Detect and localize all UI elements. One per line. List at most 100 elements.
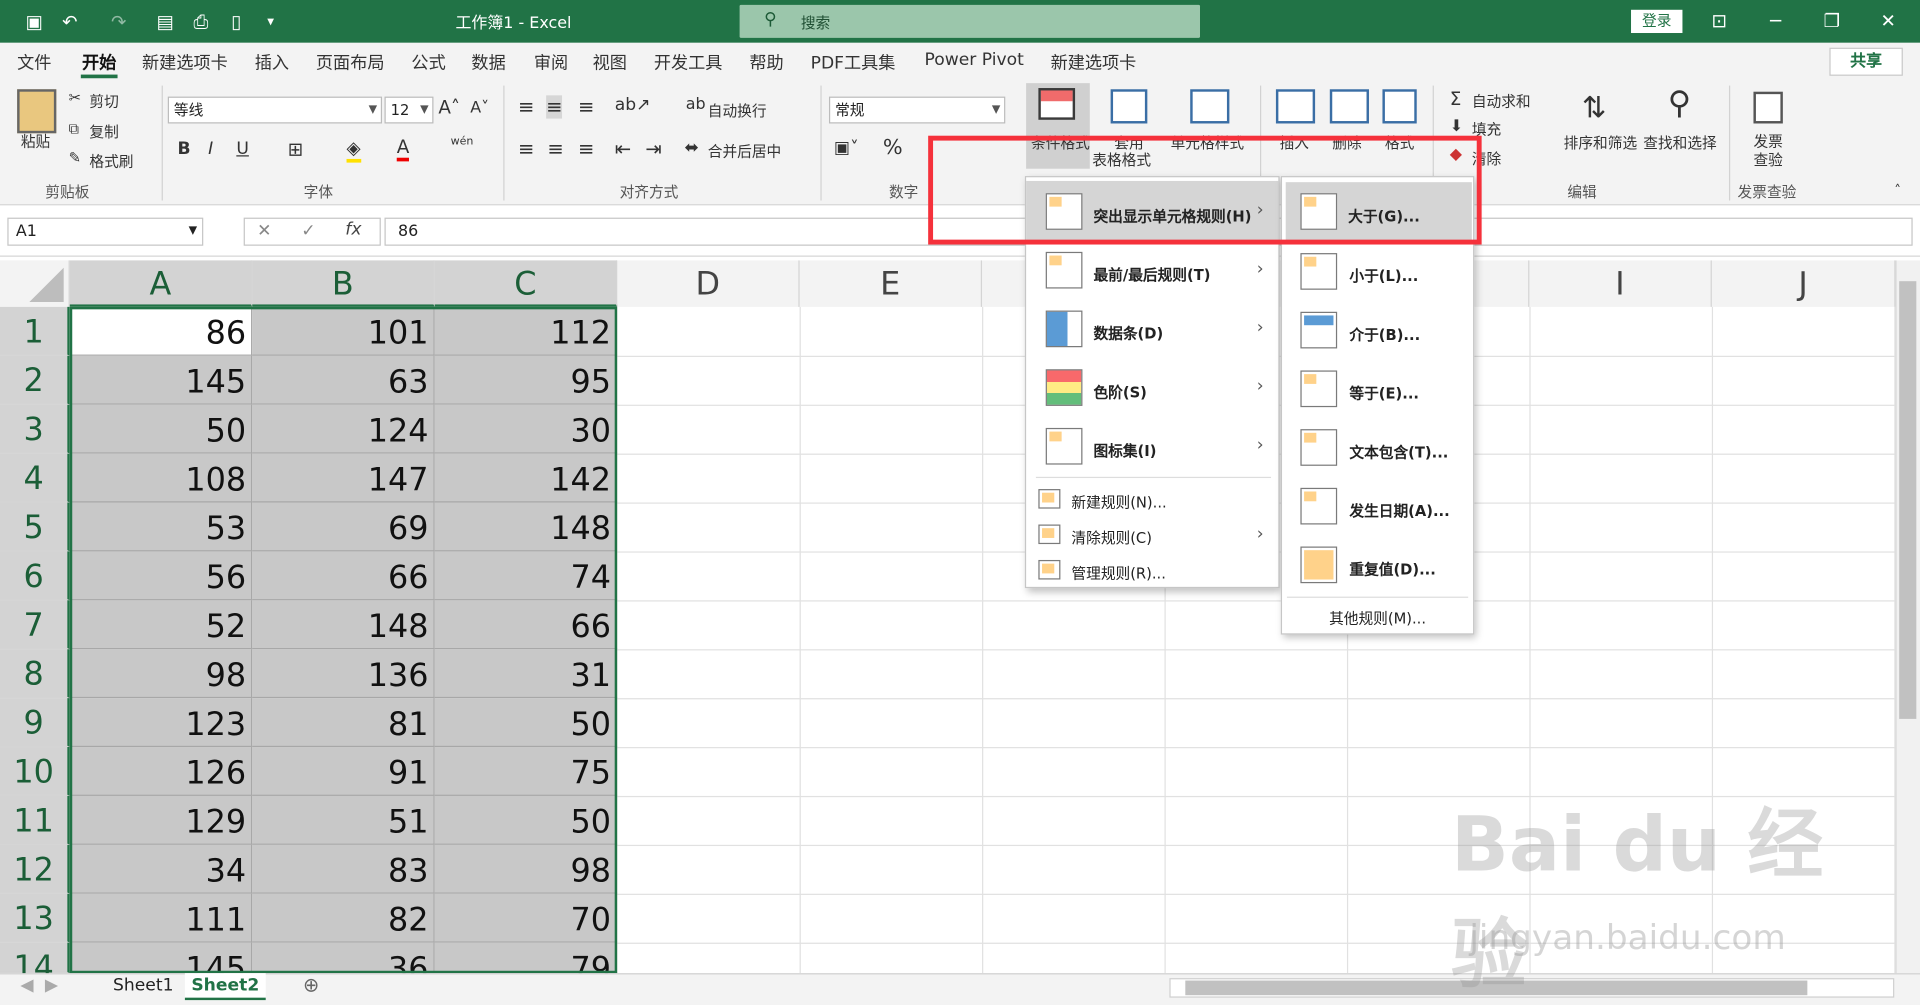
tab-insert[interactable]: 插入	[255, 50, 289, 74]
column-header-c[interactable]: C	[434, 260, 618, 307]
row-header-7[interactable]: 7	[0, 600, 70, 650]
tab-formulas[interactable]: 公式	[411, 50, 445, 74]
sort-filter-label[interactable]: 排序和筛选	[1564, 132, 1637, 153]
invoice-icon[interactable]	[1753, 91, 1783, 124]
accounting-icon[interactable]: ▣˅	[834, 138, 859, 158]
invoice-label-2[interactable]: 查验	[1753, 149, 1782, 170]
submenu-item-more-rules[interactable]: 其他规则(M)...	[1282, 603, 1473, 632]
row-header-11[interactable]: 11	[0, 795, 70, 845]
add-sheet-icon[interactable]: ⊕	[299, 973, 323, 1000]
tab-view[interactable]: 视图	[593, 50, 627, 74]
fill-color-icon[interactable]: ◈	[346, 137, 361, 163]
insert-function-icon[interactable]: fx	[345, 220, 361, 240]
menu-item-color-scales[interactable]: 色阶(S) ›	[1026, 358, 1278, 417]
row-header-9[interactable]: 9	[0, 698, 70, 748]
name-box[interactable]: A1 ▼	[7, 217, 204, 246]
select-all-button[interactable]	[0, 260, 70, 307]
copy-label[interactable]: 复制	[89, 121, 118, 142]
column-header-b[interactable]: B	[252, 260, 435, 307]
file-icon[interactable]: ▯	[223, 9, 250, 36]
tab-power-pivot[interactable]: Power Pivot	[924, 50, 1023, 70]
format-cells-icon[interactable]	[1382, 89, 1417, 124]
copy-icon[interactable]: ⧉	[69, 120, 80, 138]
row-header-14[interactable]: 14	[0, 942, 70, 987]
submenu-item-less-than[interactable]: 小于(L)...	[1282, 243, 1473, 302]
tab-file[interactable]: 文件	[17, 50, 51, 74]
column-header-a[interactable]: A	[69, 260, 253, 307]
restore-icon[interactable]: ❐	[1815, 7, 1849, 34]
sheet-tab-sheet2[interactable]: Sheet2	[184, 973, 266, 1001]
row-header-8[interactable]: 8	[0, 649, 70, 699]
row-header-3[interactable]: 3	[0, 404, 70, 454]
undo-icon[interactable]: ↶	[56, 9, 83, 36]
font-color-icon[interactable]: A	[396, 136, 410, 162]
number-format-select[interactable]: 常规 ▼	[828, 96, 1006, 124]
font-size-select[interactable]: 12 ▼	[384, 96, 434, 124]
phonetic-icon[interactable]: wén	[451, 136, 474, 148]
column-header-d[interactable]: D	[617, 260, 800, 307]
bold-icon[interactable]: B	[178, 139, 191, 159]
menu-item-manage-rules[interactable]: 管理规则(R)...	[1026, 554, 1278, 588]
submenu-item-duplicate-values[interactable]: 重复值(D)...	[1282, 537, 1473, 596]
align-left-icon[interactable]: ≡	[518, 137, 534, 160]
format-painter-label[interactable]: 格式刷	[89, 150, 133, 171]
share-button[interactable]: 共享	[1829, 47, 1903, 76]
tab-pdf-tools[interactable]: PDF工具集	[811, 50, 896, 74]
submenu-item-date-occurring[interactable]: 发生日期(A)...	[1282, 478, 1473, 537]
underline-icon[interactable]: U	[236, 139, 249, 159]
paste-label[interactable]: 粘贴	[21, 131, 50, 152]
column-header-e[interactable]: E	[800, 260, 983, 307]
row-header-12[interactable]: 12	[0, 844, 70, 894]
format-painter-icon[interactable]: ✎	[69, 149, 81, 166]
row-header-13[interactable]: 13	[0, 893, 70, 943]
submenu-item-between[interactable]: 介于(B)...	[1282, 302, 1473, 361]
prev-sheet-icon[interactable]: ◀	[17, 973, 37, 1000]
tab-data[interactable]: 数据	[471, 50, 505, 74]
tab-new-2[interactable]: 新建选项卡	[1051, 50, 1137, 74]
shrink-font-icon[interactable]: A˅	[470, 99, 489, 117]
merge-icon[interactable]: ⬌	[684, 138, 698, 158]
align-top-icon[interactable]: ≡	[518, 95, 534, 118]
find-label[interactable]: 查找和选择	[1643, 132, 1716, 153]
cancel-icon[interactable]: ✕	[257, 221, 271, 241]
align-right-icon[interactable]: ≡	[578, 137, 594, 160]
ribbon-display-icon[interactable]: ⊡	[1702, 7, 1736, 34]
wrap-text-label[interactable]: 自动换行	[708, 100, 767, 121]
tab-developer[interactable]: 开发工具	[654, 50, 723, 74]
enter-icon[interactable]: ✓	[301, 221, 315, 241]
autosum-label[interactable]: 自动求和	[1472, 90, 1531, 111]
align-bottom-icon[interactable]: ≡	[578, 95, 594, 118]
row-header-2[interactable]: 2	[0, 355, 70, 405]
column-header-i[interactable]: I	[1529, 260, 1712, 307]
menu-item-top-bottom[interactable]: 最前/最后规则(T) ›	[1026, 241, 1278, 300]
submenu-item-text-contains[interactable]: 文本包含(T)...	[1282, 419, 1473, 478]
menu-item-icon-sets[interactable]: 图标集(I) ›	[1026, 417, 1278, 476]
align-middle-icon[interactable]: ≡	[546, 95, 563, 119]
tab-help[interactable]: 帮助	[749, 50, 783, 74]
search-box[interactable]: ⚲ 搜索	[739, 4, 1201, 38]
customize-icon[interactable]: ▾	[257, 9, 284, 36]
orientation-icon[interactable]: ab↗	[615, 95, 651, 115]
tab-new-1[interactable]: 新建选项卡	[142, 50, 228, 74]
login-button[interactable]: 登录	[1631, 9, 1683, 34]
menu-item-new-rule[interactable]: 新建规则(N)...	[1026, 483, 1278, 517]
next-sheet-icon[interactable]: ▶	[42, 973, 62, 1000]
sort-filter-icon[interactable]: ⇅	[1582, 90, 1607, 124]
find-icon[interactable]: ⚲	[1668, 86, 1691, 123]
print-preview-icon[interactable]: ⎙	[187, 9, 214, 36]
menu-item-clear-rules[interactable]: 清除规则(C) ›	[1026, 518, 1278, 552]
increase-indent-icon[interactable]: ⇥	[645, 137, 661, 160]
row-header-5[interactable]: 5	[0, 502, 70, 552]
sheet-tab-sheet1[interactable]: Sheet1	[103, 973, 184, 1000]
minimize-icon[interactable]: ─	[1758, 7, 1792, 34]
align-center-icon[interactable]: ≡	[547, 137, 563, 160]
decrease-indent-icon[interactable]: ⇤	[615, 137, 631, 160]
grow-font-icon[interactable]: A˄	[438, 97, 460, 119]
merge-label[interactable]: 合并后居中	[708, 141, 781, 162]
row-header-6[interactable]: 6	[0, 551, 70, 601]
vertical-scroll-thumb[interactable]	[1899, 281, 1917, 719]
cut-label[interactable]: 剪切	[89, 90, 118, 111]
cut-icon[interactable]: ✂	[69, 89, 81, 106]
save-icon[interactable]: ▣	[21, 9, 48, 36]
collapse-ribbon-icon[interactable]: ˄	[1894, 182, 1901, 198]
